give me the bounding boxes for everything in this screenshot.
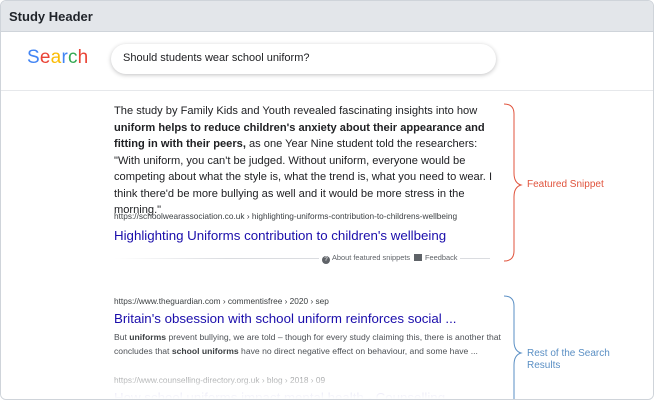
featured-snippet-brace	[503, 103, 523, 262]
logo-letter: S	[27, 47, 40, 68]
logo-letter: c	[67, 47, 78, 68]
help-icon: ?	[322, 256, 330, 264]
text-run: But	[114, 332, 130, 342]
search-result: https://www.theguardian.com › commentisf…	[114, 296, 514, 358]
search-logo[interactable]: Search	[27, 47, 88, 69]
text-run: have no direct negative effect on behavi…	[238, 346, 478, 356]
search-input[interactable]: Should students wear school uniform?	[111, 44, 496, 74]
featured-snippet-url[interactable]: https://schoolwearassociation.co.uk › hi…	[114, 211, 457, 221]
logo-letter: a	[50, 47, 62, 68]
featured-snippet-title-link[interactable]: Highlighting Uniforms contribution to ch…	[114, 228, 446, 243]
logo-letter: h	[77, 47, 89, 68]
study-header-title: Study Header	[9, 9, 93, 24]
featured-snippet-annotation: Featured Snippet	[527, 179, 604, 190]
about-featured-snippets-link[interactable]: ? About featured snippets	[319, 253, 414, 264]
feedback-link[interactable]: Feedback	[411, 253, 461, 262]
rest-results-annotation: Rest of the Search Results	[527, 348, 610, 371]
result-description: But uniforms prevent bullying, we are to…	[114, 330, 516, 358]
feedback-icon	[414, 254, 422, 261]
text-run: The study by Family Kids and Youth revea…	[114, 105, 478, 117]
study-header-bar: Study Header	[1, 1, 653, 32]
result-title-link[interactable]: Britain's obsession with school uniform …	[114, 311, 514, 326]
logo-letter: e	[39, 47, 51, 68]
search-query-text[interactable]: Should students wear school uniform?	[123, 52, 310, 64]
bold-text-run: school uniforms	[171, 346, 239, 356]
study-frame: Study Header Search Should students wear…	[0, 0, 654, 400]
result-url[interactable]: https://www.counselling-directory.org.uk…	[114, 375, 514, 385]
result-url[interactable]: https://www.theguardian.com › commentisf…	[114, 296, 514, 306]
bold-text-run: uniforms	[129, 332, 167, 342]
featured-snippet-text: The study by Family Kids and Youth revea…	[114, 103, 504, 219]
search-result: https://www.counselling-directory.org.uk…	[114, 375, 514, 399]
search-row: Search Should students wear school unifo…	[1, 32, 653, 91]
about-featured-snippets-label[interactable]: About featured snippets	[332, 253, 410, 262]
result-title-link[interactable]: How school uniforms impact mental health…	[114, 390, 514, 399]
feedback-label[interactable]: Feedback	[425, 253, 457, 262]
